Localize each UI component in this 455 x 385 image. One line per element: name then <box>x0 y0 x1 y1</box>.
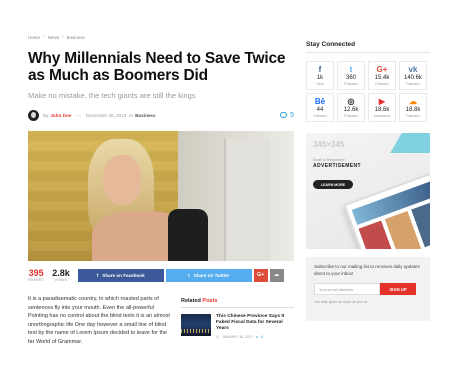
email-field[interactable]: Your email address <box>314 283 380 295</box>
social-label: Followers <box>313 114 327 118</box>
breadcrumb-home[interactable]: Home <box>28 35 40 40</box>
author-link[interactable]: John Doe <box>50 113 71 118</box>
newsletter-text: Subscribe to our mailing list to receive… <box>314 264 420 276</box>
related-posts: Related Posts This Chinese Province Says… <box>181 295 294 347</box>
by-label: By <box>43 112 49 118</box>
social-youtube[interactable]: ▶ 18.6k Subscribers <box>368 93 396 122</box>
share-facebook-label: Share on Facebook <box>102 272 145 278</box>
soundcloud-icon: ☁ <box>409 97 417 106</box>
views-label: VIEWS <box>54 278 68 282</box>
sign-up-button[interactable]: SIGN UP <box>380 283 416 295</box>
share-twitter-button[interactable]: t Share on Twitter <box>165 268 252 282</box>
ad-size-label: 345×345 <box>313 140 345 149</box>
article-body-row: It is a paradisematic country, in which … <box>28 295 294 347</box>
related-post-title[interactable]: This Chinese Province Says It Faked Fisc… <box>216 314 294 332</box>
meta-dash: — <box>76 112 81 118</box>
shares-label: SHARES <box>28 278 45 282</box>
related-post-info: This Chinese Province Says It Faked Fisc… <box>216 314 294 339</box>
related-post-item[interactable]: This Chinese Province Says It Faked Fisc… <box>181 314 294 339</box>
breadcrumb-separator-icon: › <box>61 34 64 40</box>
article-date: December 30, 2016 <box>85 112 127 118</box>
social-count: 1k <box>316 75 324 81</box>
social-count: 140.6k <box>403 75 422 81</box>
gplus-icon: G+ <box>376 65 388 74</box>
comments-count: 5 <box>290 111 294 119</box>
social-vk[interactable]: vk 140.6k Followers <box>399 61 427 90</box>
social-label: Followers <box>344 82 358 86</box>
twitter-icon: t <box>349 65 353 74</box>
shares-stat: 395 SHARES <box>28 268 44 282</box>
related-post-date: JANUARY 18, 2017 <box>222 335 253 339</box>
views-count: 2.8k <box>52 268 70 278</box>
article-title: Why Millennials Need to Save Twice as Mu… <box>28 50 286 84</box>
share-twitter-label: Share on Twitter <box>193 272 230 278</box>
social-facebook[interactable]: f 1k Fans <box>306 61 334 90</box>
shares-count: 395 <box>28 268 44 278</box>
related-post-meta: ◷ JANUARY 18, 2017 ● 0 <box>216 335 294 339</box>
article-meta: By John Doe — December 30, 2016 In Busin… <box>28 109 294 121</box>
twitter-icon: t <box>188 272 190 278</box>
gplus-icon: G+ <box>256 272 265 278</box>
related-post-comments[interactable]: 0 <box>261 335 263 339</box>
sidebar: Stay Connected f 1k Fans t 360 Followers G+ 1… <box>306 41 430 321</box>
social-label: Followers <box>375 82 389 86</box>
social-count: 44 <box>316 107 324 113</box>
social-label: Followers <box>406 114 420 118</box>
author-avatar[interactable] <box>28 109 39 121</box>
social-label: Subscribers <box>373 114 391 118</box>
social-soundcloud[interactable]: ☁ 18.8k Followers <box>399 93 427 122</box>
related-heading-accent: Posts <box>202 298 218 304</box>
vk-icon: vk <box>408 65 418 74</box>
facebook-icon: f <box>318 65 322 74</box>
newsletter-box: Subscribe to our mailing list to receive… <box>306 257 430 321</box>
breadcrumb-news[interactable]: News <box>48 35 59 40</box>
share-bar: 395 SHARES 2.8k VIEWS f Share on Faceboo… <box>28 265 294 285</box>
stay-connected-heading: Stay Connected <box>306 41 430 53</box>
social-count: 360 <box>345 75 356 81</box>
article-subtitle: Make no mistake, the tech giants are sti… <box>28 91 196 100</box>
comment-icon <box>280 112 288 118</box>
related-posts-heading: Related Posts <box>181 298 294 308</box>
ad-heading: ADVERTISEMENT <box>313 163 361 169</box>
social-twitter[interactable]: t 360 Followers <box>337 61 365 90</box>
breadcrumb-business: Business <box>66 34 85 40</box>
breadcrumb-separator-icon: › <box>43 34 45 40</box>
share-facebook-button[interactable]: f Share on Facebook <box>77 268 164 282</box>
share-arrow-icon: ➦ <box>274 272 280 279</box>
views-stat: 2.8k VIEWS <box>52 268 70 282</box>
ad-tagline: Smart & Responsive <box>313 158 345 162</box>
social-count: 12.6k <box>343 107 359 113</box>
advertisement-banner[interactable]: 345×345 Smart & Responsive ADVERTISEMENT… <box>306 133 430 249</box>
breadcrumb: Home › News › Business <box>28 34 294 40</box>
social-count: 18.8k <box>405 107 421 113</box>
instagram-icon: ◎ <box>347 97 355 106</box>
comments-link[interactable]: 5 <box>280 112 294 119</box>
social-instagram[interactable]: ◎ 12.6k Followers <box>337 93 365 122</box>
youtube-icon: ▶ <box>378 97 386 106</box>
category-link[interactable]: Business <box>135 113 155 118</box>
social-count: 15.4k <box>374 75 390 81</box>
social-count: 18.6k <box>374 107 390 113</box>
featured-image <box>28 131 294 261</box>
in-label: In <box>129 112 134 118</box>
social-label: Followers <box>406 82 420 86</box>
share-gplus-button[interactable]: G+ <box>253 268 268 282</box>
social-label: Fans <box>316 82 324 86</box>
article-body: It is a paradisematic country, in which … <box>28 296 170 345</box>
social-counter-grid: f 1k Fans t 360 Followers G+ 15.4k Followers v… <box>306 61 427 122</box>
clock-icon: ◷ <box>216 335 220 339</box>
facebook-icon: f <box>96 272 99 278</box>
comment-icon: ● <box>255 335 258 339</box>
learn-more-button[interactable]: LEARN MORE <box>313 180 353 189</box>
social-behance[interactable]: Bē 44 Followers <box>306 93 334 122</box>
social-gplus[interactable]: G+ 15.4k Followers <box>368 61 396 90</box>
newsletter-form: Your email address SIGN UP <box>314 283 422 295</box>
related-post-thumbnail[interactable] <box>181 314 211 336</box>
behance-icon: Bē <box>314 97 326 106</box>
main-content: Home › News › Business Why Millennials N… <box>28 34 294 347</box>
related-heading-prefix: Related <box>181 298 201 304</box>
share-more-button[interactable]: ➦ <box>269 268 284 282</box>
social-label: Followers <box>344 114 358 118</box>
newsletter-note: *we hate spam as much as you do <box>314 300 368 304</box>
